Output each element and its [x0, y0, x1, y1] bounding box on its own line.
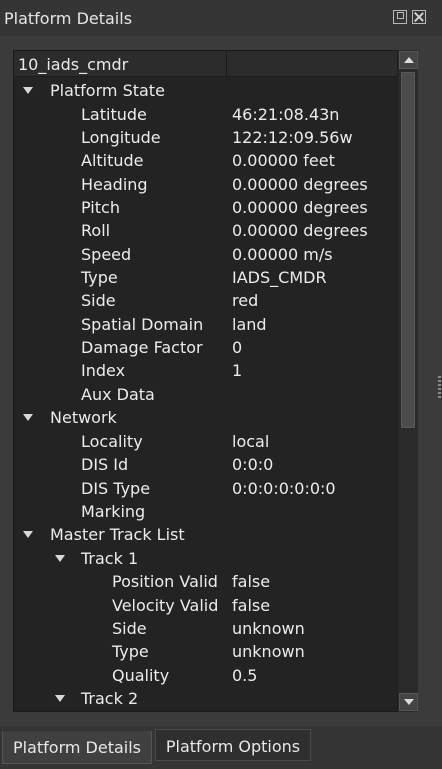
row-label: Master Track List: [50, 525, 185, 544]
row-label: Speed: [81, 245, 132, 264]
row-label: Pitch: [81, 198, 120, 217]
tree-row-track-type[interactable]: Type unknown: [14, 640, 397, 663]
platform-details-panel: Platform Details 10_iads_cmdr Platform S…: [0, 0, 442, 769]
row-label: Type: [81, 268, 118, 287]
row-label: Position Valid: [112, 572, 218, 591]
tree-row-quality[interactable]: Quality 0.5: [14, 664, 397, 687]
row-label: Latitude: [81, 105, 147, 124]
tree-row-damage-factor[interactable]: Damage Factor 0: [14, 336, 397, 359]
row-label: DIS Type: [81, 479, 151, 498]
row-value: 1: [232, 361, 243, 380]
row-value: 46:21:08.43n: [232, 105, 340, 124]
expand-arrow-icon[interactable]: [23, 414, 33, 421]
expand-arrow-icon[interactable]: [23, 87, 33, 94]
row-value: 0.5: [232, 666, 258, 685]
row-value: 0.00000 degrees: [232, 221, 368, 240]
row-label: Network: [50, 408, 117, 427]
tree-row-dis-type[interactable]: DIS Type 0:0:0:0:0:0:0: [14, 477, 397, 500]
row-label: Roll: [81, 221, 111, 240]
tab-platform-details[interactable]: Platform Details: [2, 731, 152, 764]
row-value: land: [232, 315, 267, 334]
row-label: Velocity Valid: [112, 596, 219, 615]
row-label: Damage Factor: [81, 338, 203, 357]
expand-arrow-icon[interactable]: [55, 695, 65, 702]
scroll-down-arrow-icon[interactable]: [399, 693, 418, 711]
row-label: Quality: [112, 666, 170, 685]
vertical-scrollbar[interactable]: [397, 50, 418, 712]
scroll-up-arrow-icon[interactable]: [399, 51, 418, 69]
row-label: Side: [81, 291, 116, 310]
tree-row-spatial-domain[interactable]: Spatial Domain land: [14, 313, 397, 336]
tree-row-speed[interactable]: Speed 0.00000 m/s: [14, 243, 397, 266]
row-value: 0:0:0:0:0:0:0: [232, 479, 336, 498]
tree-row-master-track-list[interactable]: Master Track List: [14, 523, 397, 546]
row-label: Type: [112, 642, 149, 661]
scrollbar-thumb[interactable]: [401, 72, 415, 428]
row-label: Spatial Domain: [81, 315, 204, 334]
tree-row-side[interactable]: Side red: [14, 289, 397, 312]
row-label: Index: [81, 361, 126, 380]
tab-platform-options[interactable]: Platform Options: [155, 729, 311, 761]
row-label: Marking: [81, 502, 146, 521]
row-value: local: [232, 432, 270, 451]
row-value: false: [232, 572, 271, 591]
row-label: DIS Id: [81, 455, 129, 474]
row-label: Platform State: [50, 81, 165, 100]
row-label: Track 2: [81, 689, 139, 708]
row-value: false: [232, 596, 271, 615]
row-value: 0:0:0: [232, 455, 274, 474]
expand-arrow-icon[interactable]: [55, 555, 65, 562]
tree-row-marking[interactable]: Marking: [14, 500, 397, 523]
tree-row-dis-id[interactable]: DIS Id 0:0:0: [14, 453, 397, 476]
row-label: Aux Data: [81, 385, 155, 404]
float-icon[interactable]: [393, 10, 407, 24]
row-value: 0.00000 degrees: [232, 198, 368, 217]
row-value: 0.00000 m/s: [232, 245, 333, 264]
resize-grip-icon[interactable]: [438, 376, 441, 398]
tree-row-track-side[interactable]: Side unknown: [14, 617, 397, 640]
row-label: Altitude: [81, 151, 144, 170]
row-value: 0.00000 feet: [232, 151, 335, 170]
row-label: Heading: [81, 175, 148, 194]
close-icon[interactable]: [412, 10, 426, 24]
tree-row-locality[interactable]: Locality local: [14, 430, 397, 453]
title-bar: Platform Details: [0, 0, 442, 36]
tree-row-longitude[interactable]: Longitude 122:12:09.56w: [14, 126, 397, 149]
panel-title: Platform Details: [4, 9, 133, 28]
tree-row-position-valid[interactable]: Position Valid false: [14, 570, 397, 593]
tree-row-roll[interactable]: Roll 0.00000 degrees: [14, 219, 397, 242]
tree-row-altitude[interactable]: Altitude 0.00000 feet: [14, 149, 397, 172]
row-value: unknown: [232, 619, 305, 638]
tree-header: 10_iads_cmdr: [14, 51, 397, 77]
row-value: 122:12:09.56w: [232, 128, 353, 147]
tree-row-network[interactable]: Network: [14, 406, 397, 429]
tree-row-latitude[interactable]: Latitude 46:21:08.43n: [14, 103, 397, 126]
tree-row-track-2[interactable]: Track 2: [14, 687, 397, 710]
row-label: Track 1: [81, 549, 139, 568]
row-value: 0.00000 degrees: [232, 175, 368, 194]
property-tree[interactable]: 10_iads_cmdr Platform State Latitude 46:…: [13, 50, 418, 712]
row-value: unknown: [232, 642, 305, 661]
row-label: Longitude: [81, 128, 161, 147]
row-value: 0: [232, 338, 243, 357]
platform-name: 10_iads_cmdr: [18, 55, 129, 74]
expand-arrow-icon[interactable]: [23, 531, 33, 538]
tree-row-aux-data[interactable]: Aux Data: [14, 383, 397, 406]
tree-row-heading[interactable]: Heading 0.00000 degrees: [14, 173, 397, 196]
row-value: IADS_CMDR: [232, 268, 327, 287]
row-label: Locality: [81, 432, 143, 451]
tree-row-velocity-valid[interactable]: Velocity Valid false: [14, 594, 397, 617]
column-divider[interactable]: [226, 51, 227, 76]
row-label: Side: [112, 619, 147, 638]
tree-row-platform-state[interactable]: Platform State: [14, 79, 397, 102]
tree-row-track-1[interactable]: Track 1: [14, 547, 397, 570]
tree-row-pitch[interactable]: Pitch 0.00000 degrees: [14, 196, 397, 219]
tree-row-index[interactable]: Index 1: [14, 359, 397, 382]
tree-row-type[interactable]: Type IADS_CMDR: [14, 266, 397, 289]
row-value: red: [232, 291, 259, 310]
